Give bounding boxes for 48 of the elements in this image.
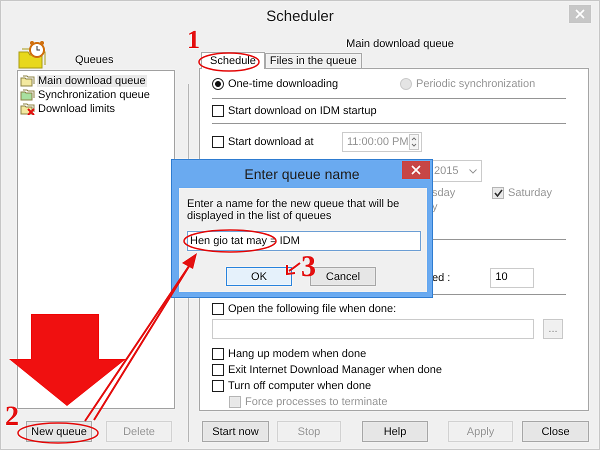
- checkbox-label: Hang up modem when done: [228, 348, 366, 360]
- checkbox[interactable]: [212, 136, 224, 148]
- dialog-title: Enter queue name: [244, 166, 360, 182]
- checkbox-label: Saturday: [508, 187, 552, 199]
- button[interactable]: New queue: [26, 421, 92, 442]
- button[interactable]: Close: [522, 421, 589, 442]
- list-item[interactable]: Download limits: [37, 102, 116, 114]
- file-path-field[interactable]: [212, 319, 534, 339]
- radio-label: Periodic synchronization: [416, 78, 536, 90]
- button[interactable]: Help: [362, 421, 428, 442]
- checkbox[interactable]: [212, 380, 224, 392]
- window-title: Scheduler: [266, 8, 334, 25]
- checkbox-label: Start download at: [228, 136, 314, 148]
- time-value: 11:00:00 PM: [347, 136, 409, 148]
- checkbox-label: Exit Internet Download Manager when done: [228, 364, 442, 376]
- folders-icon: [20, 74, 35, 87]
- list-item[interactable]: Synchronization queue: [37, 88, 151, 100]
- close-button[interactable]: [402, 161, 430, 179]
- queue-title: Main download queue: [345, 37, 455, 52]
- folders-icon: [20, 88, 35, 101]
- checkbox-label: Open the following file when done:: [228, 303, 396, 315]
- checkbox-label: sday: [432, 187, 456, 199]
- checkbox[interactable]: [212, 348, 224, 360]
- checkbox-label: Force processes to terminate: [245, 396, 388, 408]
- annotation-ellipse: [198, 52, 260, 72]
- checkbox[interactable]: [212, 303, 224, 315]
- prompt-text: Enter a name for the new queue that will be displayed in the list of queues: [187, 198, 400, 222]
- step-number: 2: [5, 403, 19, 431]
- checkbox-label: Turn off computer when done: [228, 380, 372, 392]
- radio-label: One-time downloading: [228, 78, 338, 90]
- chevron-down-icon: [469, 168, 477, 174]
- close-icon: [575, 9, 585, 19]
- button[interactable]: Start now: [202, 421, 269, 442]
- checkbox-label: Start download on IDM startup: [228, 105, 377, 117]
- list-heading: Queues: [75, 54, 114, 68]
- arrow: [286, 262, 301, 276]
- folders-cross-icon: [20, 102, 35, 115]
- checkbox[interactable]: [212, 105, 224, 117]
- list-item[interactable]: Main download queue: [37, 74, 147, 86]
- spinner-icon[interactable]: [408, 134, 419, 150]
- retry-field[interactable]: 10: [490, 268, 534, 288]
- close-icon: [411, 165, 421, 175]
- tab[interactable]: Files in the queue: [264, 53, 362, 68]
- checkbox[interactable]: [212, 364, 224, 376]
- button[interactable]: OK: [226, 267, 292, 286]
- date-value: 2015: [434, 165, 458, 177]
- step-number: 1: [187, 27, 200, 53]
- radio-button[interactable]: [212, 78, 224, 90]
